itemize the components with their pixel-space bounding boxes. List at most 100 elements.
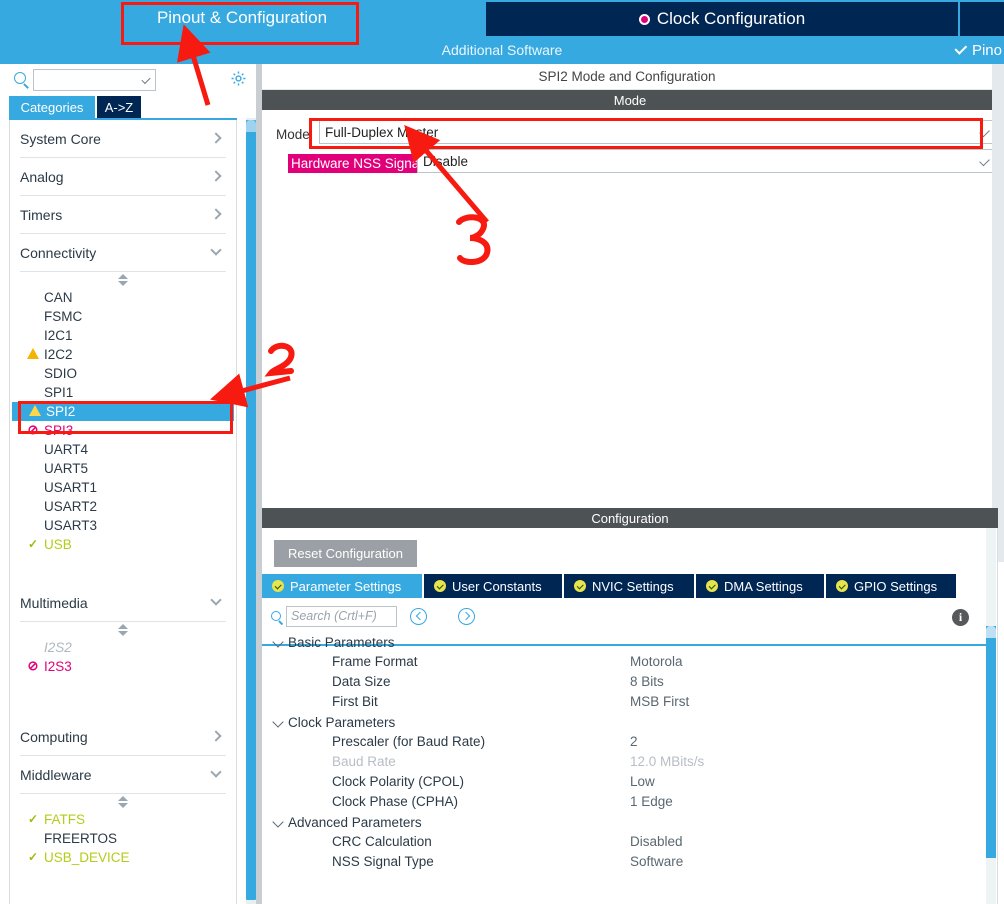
pinout-dropdown-menu[interactable]: Pino [954, 36, 1004, 64]
sidebar-category-middleware[interactable]: Middleware [20, 756, 226, 794]
peripheral-item-i2s3[interactable]: ⊘ I2S3 [10, 657, 236, 676]
tab-pinout-label: Pinout & Configuration [156, 8, 328, 27]
tab-dma-settings[interactable]: DMA Settings [696, 574, 824, 598]
parameter-row[interactable]: Clock Phase (CPHA) 1 Edge [262, 792, 998, 812]
parameter-group-clock[interactable]: Clock Parameters [262, 712, 998, 732]
parameter-search-input[interactable]: Search (Crtl+F) [286, 606, 397, 627]
peripheral-item-i2s2[interactable]: I2S2 [10, 638, 236, 657]
chevron-down-icon [210, 594, 222, 606]
parameter-scrollbar-thumb[interactable] [986, 626, 996, 858]
sidebar-category-label: Connectivity [20, 244, 97, 261]
parameter-row[interactable]: First Bit MSB First [262, 692, 998, 712]
tab-parameter-settings[interactable]: Parameter Settings [262, 574, 422, 598]
search-next-button[interactable] [458, 608, 475, 625]
peripheral-item-uart4[interactable]: UART4 [10, 440, 236, 459]
peripheral-item-uart5[interactable]: UART5 [10, 459, 236, 478]
peripheral-item-usart3[interactable]: USART3 [10, 516, 236, 535]
parameter-row[interactable]: Data Size 8 Bits [262, 672, 998, 692]
sidebar-category-computing[interactable]: Computing [20, 718, 226, 756]
tab-user-constants-label: User Constants [452, 578, 542, 594]
peripheral-item-i2c2[interactable]: I2C2 [10, 345, 236, 364]
parameter-group-basic[interactable]: Basic Parameters [262, 632, 998, 652]
middleware-item-usb-device[interactable]: ✓ USB_DEVICE [10, 848, 236, 867]
sidebar-scrollbar-thumb[interactable] [246, 120, 256, 900]
middleware-item-fatfs[interactable]: ✓ FATFS [10, 810, 236, 829]
search-previous-button[interactable] [410, 608, 427, 625]
gear-icon[interactable] [230, 70, 247, 87]
peripheral-item-i2c1[interactable]: I2C1 [10, 326, 236, 345]
sidebar-search-combo[interactable] [33, 69, 156, 91]
connectivity-scroll-spinner[interactable] [10, 272, 236, 288]
parameter-row[interactable]: Clock Polarity (CPOL) Low [262, 772, 998, 792]
sidebar-category-analog[interactable]: Analog [20, 158, 226, 196]
parameter-value: Motorola [630, 654, 683, 669]
peripheral-item-can[interactable]: CAN [10, 288, 236, 307]
check-badge-icon [434, 580, 446, 592]
parameter-value: Low [630, 774, 655, 789]
parameter-group-label: Advanced Parameters [288, 814, 422, 830]
parameter-row[interactable]: NSS Signal Type Software [262, 852, 998, 872]
peripheral-label: FSMC [44, 309, 83, 324]
middleware-label: FREERTOS [44, 831, 118, 846]
mode-section-label: Mode [613, 92, 647, 108]
additional-software-menu[interactable]: Additional Software [0, 36, 1004, 64]
parameter-row[interactable]: CRC Calculation Disabled [262, 832, 998, 852]
sidebar-scrollbar-thumb-cap [246, 120, 256, 132]
tab-nvic-settings[interactable]: NVIC Settings [564, 574, 694, 598]
sidebar-category-multimedia[interactable]: Multimedia [20, 584, 226, 622]
parameter-key: Clock Phase (CPHA) [332, 794, 459, 809]
peripheral-label: SPI3 [44, 423, 74, 438]
sidebar-tab-categories[interactable]: Categories [9, 96, 95, 118]
parameter-value: 1 Edge [630, 794, 673, 809]
hardware-nss-dropdown[interactable]: Disable [417, 149, 998, 173]
peripheral-item-spi3[interactable]: ⊘ SPI3 [10, 421, 236, 440]
peripheral-item-sdio[interactable]: SDIO [10, 364, 236, 383]
peripheral-label: UART5 [44, 461, 89, 476]
sidebar-category-label: Middleware [20, 766, 92, 783]
mode-dropdown[interactable]: Full-Duplex Master [319, 120, 998, 144]
main-panel: SPI2 Mode and Configuration Mode Mode Fu… [262, 64, 1004, 904]
chevron-down-icon [272, 716, 284, 728]
sidebar-category-timers[interactable]: Timers [20, 196, 226, 234]
parameter-key: First Bit [332, 694, 378, 709]
peripheral-item-usart2[interactable]: USART2 [10, 497, 236, 516]
tab-user-constants[interactable]: User Constants [424, 574, 562, 598]
parameter-value: Software [630, 854, 684, 869]
chevron-down-icon [979, 126, 990, 138]
sidebar-category-list: System Core Analog Timers Connectivity C… [9, 120, 237, 904]
info-icon[interactable]: i [952, 609, 969, 626]
tab-right-stub[interactable] [960, 2, 1004, 36]
parameter-row[interactable]: Prescaler (for Baud Rate) 2 [262, 732, 998, 752]
peripheral-item-fsmc[interactable]: FSMC [10, 307, 236, 326]
tab-parameter-settings-label: Parameter Settings [290, 578, 402, 594]
reset-configuration-button[interactable]: Reset Configuration [274, 540, 417, 567]
tab-pinout-configuration[interactable]: Pinout & Configuration [0, 0, 484, 36]
sidebar-category-connectivity[interactable]: Connectivity [20, 234, 226, 272]
chevron-down-icon [272, 816, 284, 828]
parameter-group-advanced[interactable]: Advanced Parameters [262, 812, 998, 832]
peripheral-label: USB [44, 537, 72, 552]
peripheral-item-usart1[interactable]: USART1 [10, 478, 236, 497]
mode-panel-scrollbar[interactable] [992, 64, 1004, 562]
sidebar-category-label: Timers [20, 206, 63, 223]
parameter-row[interactable]: Frame Format Motorola [262, 652, 998, 672]
middleware-scroll-spinner[interactable] [10, 794, 236, 810]
peripheral-item-spi2[interactable]: SPI2 [12, 402, 234, 421]
chevron-down-icon [210, 766, 222, 778]
peripheral-label: SPI2 [46, 404, 76, 419]
sidebar-category-system-core[interactable]: System Core [20, 120, 226, 158]
parameter-value: MSB First [630, 694, 690, 709]
peripheral-label: I2S3 [44, 659, 72, 674]
tab-clock-configuration[interactable]: Clock Configuration [486, 2, 958, 36]
multimedia-scroll-spinner[interactable] [10, 622, 236, 638]
configuration-section-body: Reset Configuration Parameter Settings U… [262, 528, 998, 904]
peripheral-item-usb[interactable]: ✓ USB [10, 535, 236, 554]
peripheral-item-spi1[interactable]: SPI1 [10, 383, 236, 402]
warning-triangle-icon [28, 404, 42, 418]
tab-gpio-settings[interactable]: GPIO Settings [826, 574, 956, 598]
sidebar-tab-a-to-z[interactable]: A->Z [97, 96, 141, 118]
chevron-right-icon [210, 730, 222, 742]
peripheral-label: USART3 [44, 518, 98, 533]
middleware-item-freertos[interactable]: FREERTOS [10, 829, 236, 848]
blocked-icon: ⊘ [27, 422, 39, 437]
